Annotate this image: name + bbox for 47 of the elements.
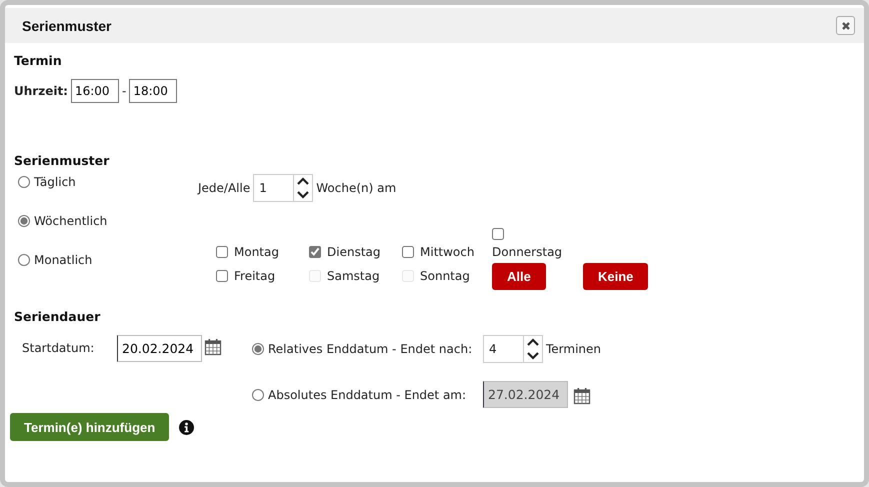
radio-label: Monatlich bbox=[34, 253, 92, 267]
radio-label: Wöchentlich bbox=[34, 214, 108, 228]
time-label: Uhrzeit: bbox=[14, 84, 68, 98]
spinner-value: 4 bbox=[484, 336, 524, 362]
radio-label: Relatives Enddatum - Endet nach: bbox=[268, 342, 472, 356]
interval-label: Jede/Alle bbox=[198, 181, 250, 195]
day-label: Mittwoch bbox=[420, 245, 474, 259]
select-button[interactable]: Alle bbox=[492, 262, 546, 290]
day-checkbox[interactable] bbox=[402, 246, 414, 258]
select-button[interactable]: Keine bbox=[583, 262, 648, 290]
start-date-label: Startdatum: bbox=[22, 340, 96, 357]
radio-label: Täglich bbox=[34, 175, 76, 189]
up-down-arrows-icon[interactable] bbox=[524, 336, 542, 362]
calendar-icon[interactable] bbox=[573, 387, 591, 405]
day-checkbox[interactable] bbox=[216, 270, 228, 282]
start-time-field[interactable]: 16:00 bbox=[70, 79, 119, 103]
window-title: Serienmuster bbox=[22, 18, 112, 34]
radio-button[interactable] bbox=[18, 215, 30, 227]
day-checkbox[interactable] bbox=[492, 228, 504, 240]
radio-button[interactable] bbox=[18, 176, 30, 188]
time-separator: - bbox=[122, 84, 126, 98]
spinner-value: 1 bbox=[254, 175, 294, 201]
radio-label: Absolutes Enddatum - Endet am: bbox=[268, 388, 466, 402]
end-time-field[interactable]: 18:00 bbox=[129, 79, 178, 103]
radio-button[interactable] bbox=[252, 342, 264, 354]
day-label: Samstag bbox=[327, 269, 380, 283]
section-heading: Termin bbox=[14, 53, 63, 70]
section-heading: Serienmuster bbox=[14, 153, 110, 170]
start-date-field[interactable]: 20.02.2024 bbox=[117, 335, 202, 362]
day-label: Dienstag bbox=[327, 245, 380, 259]
day-checkbox[interactable] bbox=[309, 246, 321, 258]
section-heading: Seriendauer bbox=[14, 309, 102, 326]
close-button[interactable] bbox=[836, 16, 855, 35]
day-label: Montag bbox=[234, 245, 279, 259]
close-icon[interactable] bbox=[840, 20, 850, 30]
add-button[interactable]: Termin(e) hinzufügen bbox=[10, 413, 170, 441]
number-spinner[interactable]: 1 bbox=[253, 174, 314, 202]
count-unit-label: Terminen bbox=[546, 342, 602, 356]
day-label: Freitag bbox=[234, 269, 276, 283]
calendar-icon[interactable] bbox=[204, 338, 222, 356]
day-label: Donnerstag bbox=[492, 245, 562, 259]
info-icon[interactable] bbox=[179, 420, 194, 434]
interval-unit-label: Woche(n) am bbox=[316, 181, 396, 195]
day-label: Sonntag bbox=[420, 269, 470, 283]
number-spinner[interactable]: 4 bbox=[483, 334, 543, 362]
day-checkbox[interactable] bbox=[216, 246, 228, 258]
radio-button[interactable] bbox=[18, 254, 30, 266]
